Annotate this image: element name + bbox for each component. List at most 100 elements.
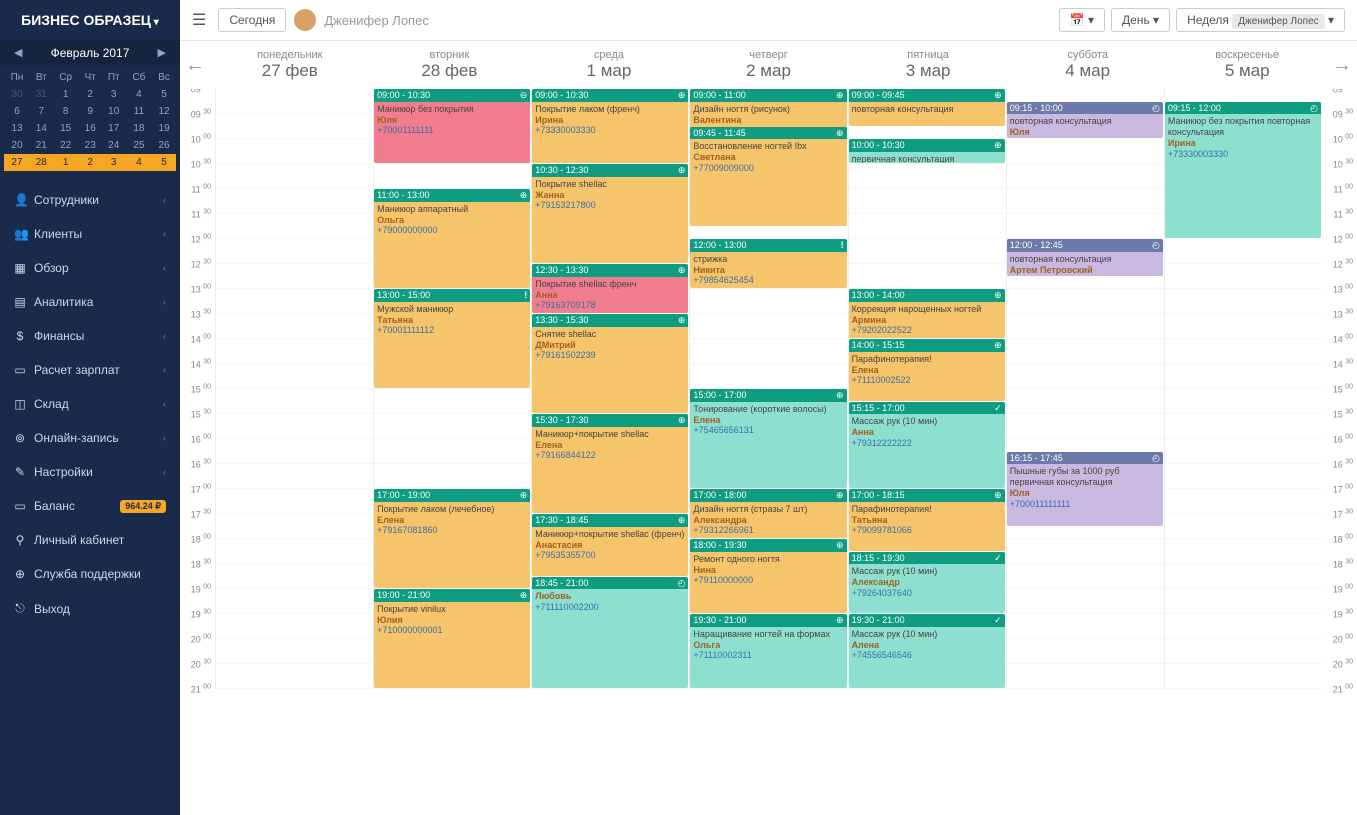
calendar-day[interactable]: 23	[79, 137, 102, 154]
calendar-day[interactable]: 1	[53, 86, 79, 103]
calendar-event[interactable]: 17:30 - 18:45Маникюр+покрытие shellac (ф…	[532, 514, 688, 576]
day-column[interactable]: 09:00 - 10:30Маникюр без покрытияЮля+700…	[373, 89, 531, 689]
calendar-day[interactable]: 1	[53, 154, 79, 171]
calendar-day[interactable]: 13	[4, 120, 30, 137]
calendar-event[interactable]: 19:00 - 21:00Покрытие viniluxЮлия+710000…	[374, 589, 530, 688]
calendar-event[interactable]: 12:00 - 13:00стрижкаНикита+79854625454	[690, 239, 846, 288]
calendar-day[interactable]: 19	[152, 120, 176, 137]
calendar-event[interactable]: 09:15 - 12:00Маникюр без покрытия повтор…	[1165, 102, 1321, 239]
sidebar-item[interactable]: 👥Клиенты‹	[0, 217, 180, 251]
sidebar-item[interactable]: ✎Настройки‹	[0, 455, 180, 489]
prev-week-button[interactable]: ←	[180, 54, 210, 77]
day-column[interactable]: 09:00 - 09:45повторная консультация 10:00…	[848, 89, 1006, 689]
calendar-day[interactable]: 8	[53, 103, 79, 120]
prev-month-button[interactable]: ◀	[8, 44, 28, 61]
calendar-event[interactable]: 09:00 - 10:30Покрытие лаком (френч)Ирина…	[532, 89, 688, 163]
calendar-event[interactable]: 14:00 - 15:15Парафинотерапия!Елена+71110…	[849, 339, 1005, 401]
day-header[interactable]: пятница3 мар	[848, 49, 1008, 81]
calendar-event[interactable]: 17:00 - 18:00Дизайн ногтя (стразы 7 шт)А…	[690, 489, 846, 538]
day-view-button[interactable]: День ▾	[1111, 8, 1170, 32]
calendar-event[interactable]: 18:45 - 21:00Любовь+711110002200	[532, 577, 688, 689]
calendar-event[interactable]: 09:15 - 10:00повторная консультацияЮля	[1007, 102, 1163, 139]
calendar-view-button[interactable]: 📅 ▾	[1059, 8, 1105, 32]
sidebar-item[interactable]: ▦Обзор‹	[0, 251, 180, 285]
calendar-event[interactable]: 10:00 - 10:30первичная консультация	[849, 139, 1005, 163]
calendar-event[interactable]: 13:00 - 15:00Мужской маникюрТатьяна+7000…	[374, 289, 530, 388]
avatar[interactable]	[294, 9, 316, 31]
staff-filter-tag[interactable]: Дженифер Лопес	[1232, 14, 1324, 29]
sidebar-item[interactable]: ▤Аналитика‹	[0, 285, 180, 319]
calendar-day[interactable]: 10	[102, 103, 126, 120]
calendar-day[interactable]: 3	[102, 154, 126, 171]
week-view-button[interactable]: Неделя Дженифер Лопес ▾	[1176, 8, 1345, 32]
sidebar-item[interactable]: $Финансы‹	[0, 319, 180, 353]
calendar-event[interactable]: 13:00 - 14:00Коррекция нарощенных ногтей…	[849, 289, 1005, 338]
sidebar-item[interactable]: ⊕Служба поддержки	[0, 557, 180, 591]
calendar-day[interactable]: 3	[102, 86, 126, 103]
calendar-day[interactable]: 25	[126, 137, 152, 154]
calendar-day[interactable]: 2	[79, 154, 102, 171]
sidebar-item[interactable]: ⊚Онлайн-запись‹	[0, 421, 180, 455]
day-column[interactable]: 09:15 - 12:00Маникюр без покрытия повтор…	[1164, 89, 1322, 689]
calendar-day[interactable]: 11	[126, 103, 152, 120]
sidebar-item[interactable]: ▭Расчет зарплат‹	[0, 353, 180, 387]
calendar-day[interactable]: 22	[53, 137, 79, 154]
calendar-event[interactable]: 12:30 - 13:30Покрытие shellac френчАнна+…	[532, 264, 688, 313]
calendar-event[interactable]: 15:30 - 17:30Маникюр+покрытие shellacЕле…	[532, 414, 688, 513]
calendar-event[interactable]: 12:00 - 12:45повторная консультацияАртем…	[1007, 239, 1163, 276]
calendar-day[interactable]: 9	[79, 103, 102, 120]
day-column[interactable]: 09:15 - 10:00повторная консультацияЮля 12…	[1006, 89, 1164, 689]
calendar-event[interactable]: 17:00 - 18:15Парафинотерапия!Татьяна+790…	[849, 489, 1005, 551]
sidebar-item[interactable]: ⚲Личный кабинет	[0, 523, 180, 557]
calendar-event[interactable]: 13:30 - 15:30Снятие shellacДМитрий+79161…	[532, 314, 688, 413]
day-header[interactable]: вторник28 фев	[370, 49, 530, 81]
day-header[interactable]: воскресенье5 мар	[1167, 49, 1327, 81]
calendar-day[interactable]: 15	[53, 120, 79, 137]
calendar-event[interactable]: 09:00 - 10:30Маникюр без покрытияЮля+700…	[374, 89, 530, 163]
business-selector[interactable]: БИЗНЕС ОБРАЗЕЦ	[0, 0, 180, 40]
day-column[interactable]	[215, 89, 373, 689]
day-column[interactable]: 09:00 - 11:00Дизайн ногтя (рисунок)Вален…	[689, 89, 847, 689]
calendar-day[interactable]: 31	[30, 86, 53, 103]
day-column[interactable]: 09:00 - 10:30Покрытие лаком (френч)Ирина…	[531, 89, 689, 689]
calendar-event[interactable]: 10:30 - 12:30Покрытие shellacЖанна+79153…	[532, 164, 688, 263]
calendar-day[interactable]: 4	[126, 86, 152, 103]
day-header[interactable]: среда1 мар	[529, 49, 689, 81]
calendar-event[interactable]: 17:00 - 19:00Покрытие лаком (лечебное)Ел…	[374, 489, 530, 588]
calendar-day[interactable]: 16	[79, 120, 102, 137]
calendar-event[interactable]: 18:15 - 19:30Массаж рук (10 мин)Александ…	[849, 552, 1005, 614]
calendar-day[interactable]: 26	[152, 137, 176, 154]
calendar-day[interactable]: 30	[4, 86, 30, 103]
day-header[interactable]: понедельник27 фев	[210, 49, 370, 81]
sidebar-item[interactable]: ▭Баланс964.24 ₽	[0, 489, 180, 523]
hamburger-icon[interactable]: ☰	[192, 10, 206, 30]
next-week-button[interactable]: →	[1327, 54, 1357, 77]
calendar-day[interactable]: 7	[30, 103, 53, 120]
calendar-event[interactable]: 19:30 - 21:00Наращивание ногтей на форма…	[690, 614, 846, 688]
calendar-event[interactable]: 09:45 - 11:45Восстановление ногтей IbxСв…	[690, 127, 846, 226]
day-header[interactable]: суббота4 мар	[1008, 49, 1168, 81]
calendar-day[interactable]: 2	[79, 86, 102, 103]
calendar-day[interactable]: 20	[4, 137, 30, 154]
calendar-day[interactable]: 14	[30, 120, 53, 137]
day-header[interactable]: четверг2 мар	[689, 49, 849, 81]
calendar-day[interactable]: 28	[30, 154, 53, 171]
calendar-day[interactable]: 12	[152, 103, 176, 120]
calendar-day[interactable]: 21	[30, 137, 53, 154]
calendar-day[interactable]: 24	[102, 137, 126, 154]
calendar-event[interactable]: 15:15 - 17:00Массаж рук (10 мин)Анна+793…	[849, 402, 1005, 489]
calendar-event[interactable]: 11:00 - 13:00Маникюр аппаратныйОльга+790…	[374, 189, 530, 288]
sidebar-item[interactable]: 👤Сотрудники‹	[0, 183, 180, 217]
calendar-day[interactable]: 27	[4, 154, 30, 171]
calendar-event[interactable]: 16:15 - 17:45Пышные губы за 1000 руб пер…	[1007, 452, 1163, 526]
calendar-day[interactable]: 4	[126, 154, 152, 171]
calendar-event[interactable]: 19:30 - 21:00Массаж рук (10 мин)Алена+74…	[849, 614, 1005, 688]
calendar-day[interactable]: 5	[152, 86, 176, 103]
calendar-day[interactable]: 6	[4, 103, 30, 120]
calendar-event[interactable]: 15:00 - 17:00Тонирование (короткие волос…	[690, 389, 846, 488]
calendar-day[interactable]: 17	[102, 120, 126, 137]
calendar-day[interactable]: 18	[126, 120, 152, 137]
sidebar-item[interactable]: ◫Склад‹	[0, 387, 180, 421]
sidebar-item[interactable]: ⎋Выход	[0, 591, 180, 626]
calendar-event[interactable]: 09:00 - 09:45повторная консультация	[849, 89, 1005, 126]
